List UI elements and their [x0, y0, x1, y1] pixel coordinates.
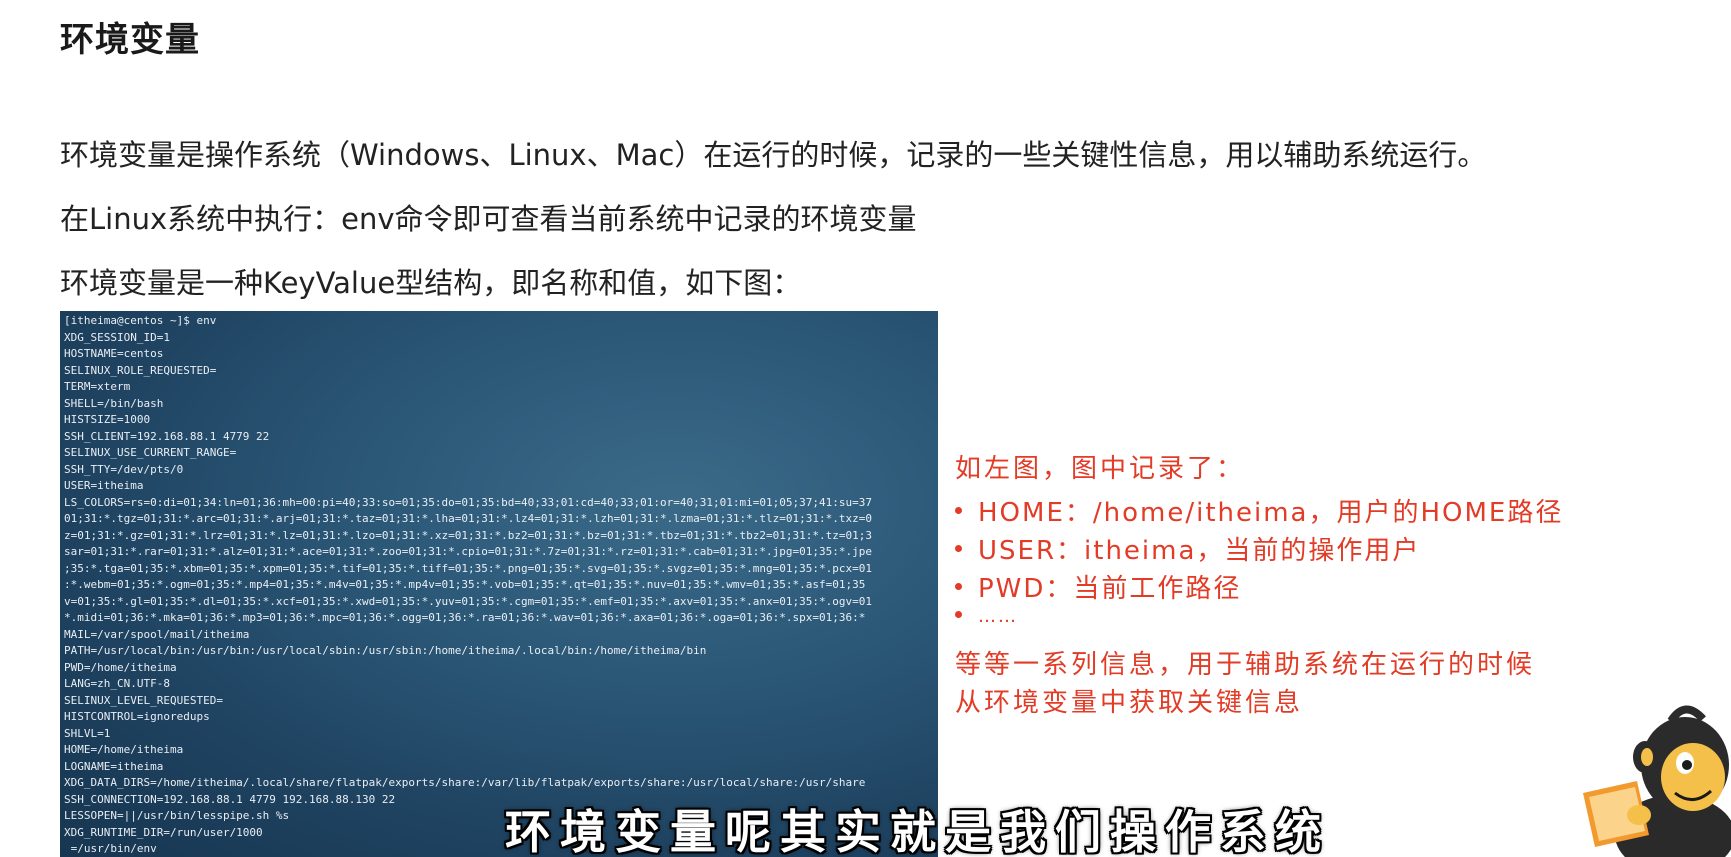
monkey-mascot-icon: [1575, 685, 1731, 857]
bullet-dot-icon: [955, 545, 962, 552]
note-bullet: HOME：/home/itheima，用户的HOME路径: [955, 492, 1563, 529]
bullet-dot-icon: [955, 583, 962, 590]
terminal-line: ;35:*.tga=01;35:*.xbm=01;35:*.xpm=01;35:…: [64, 561, 872, 575]
terminal-line: HISTSIZE=1000: [64, 413, 151, 426]
terminal-line: [itheima@centos ~]$ env: [64, 314, 217, 327]
note-bullet-text: ……: [978, 606, 1018, 627]
note-bullet-text: USER：itheima，当前的操作用户: [978, 536, 1421, 566]
terminal-line: XDG_DATA_DIRS=/home/itheima/.local/share…: [64, 776, 866, 789]
terminal-line: :*.webm=01;35:*.ogm=01;35:*.mp4=01;35:*.…: [64, 578, 866, 591]
terminal-line: LANG=zh_CN.UTF-8: [64, 677, 170, 690]
terminal-line: z=01;31:*.gz=01;31:*.lrz=01;31:*.lz=01;3…: [64, 528, 872, 542]
terminal-line: SELINUX_USE_CURRENT_RANGE=: [64, 446, 237, 459]
terminal-line: SSH_TTY=/dev/pts/0: [64, 462, 184, 476]
note-bullet: PWD：当前工作路径: [955, 568, 1241, 605]
bullet-dot-icon: [955, 507, 962, 514]
note-bullet-text: HOME：/home/itheima，用户的HOME路径: [978, 498, 1564, 528]
terminal-line: LS_COLORS=rs=0:di=01;34:ln=01;36:mh=00:p…: [64, 495, 872, 509]
terminal-line: 01;31:*.tgz=01;31:*.arc=01;31:*.arj=01;3…: [64, 512, 872, 525]
terminal-line: SELINUX_ROLE_REQUESTED=: [64, 363, 217, 377]
terminal-line: LOGNAME=itheima: [64, 759, 164, 773]
terminal-line: XDG_SESSION_ID=1: [64, 330, 170, 344]
note-bullet-text: PWD：当前工作路径: [978, 574, 1242, 604]
terminal-line: HISTCONTROL=ignoredups: [64, 710, 210, 723]
notes-outro-line2: 从环境变量中获取关键信息: [955, 688, 1304, 718]
terminal-line: PATH=/usr/local/bin:/usr/bin:/usr/local/…: [64, 644, 707, 657]
terminal-line: TERM=xterm: [64, 380, 131, 393]
terminal-line: USER=itheima: [64, 479, 144, 492]
terminal-line: sar=01;31:*.rar=01;31:*.alz=01;31:*.ace=…: [64, 545, 872, 558]
terminal-line: SSH_CLIENT=192.168.88.1 4779 22: [64, 429, 270, 443]
video-subtitle: 环境变量呢其实就是我们操作系统: [505, 805, 1330, 857]
bullet-dot-icon: [955, 610, 962, 618]
page-title: 环境变量: [60, 20, 200, 60]
note-bullet: ……: [955, 606, 1018, 627]
terminal-line: HOSTNAME=centos: [64, 347, 164, 360]
note-bullet: USER：itheima，当前的操作用户: [955, 530, 1420, 567]
terminal-line: HOME=/home/itheima: [64, 743, 184, 756]
terminal-line: MAIL=/var/spool/mail/itheima: [64, 627, 250, 641]
terminal-line: SHLVL=1: [64, 726, 111, 740]
terminal-line: SHELL=/bin/bash: [64, 396, 164, 410]
paragraph-definition: 环境变量是操作系统（Windows、Linux、Mac）在运行的时候，记录的一些…: [60, 138, 1487, 172]
notes-outro-line1: 等等一系列信息，用于辅助系统在运行的时候: [955, 650, 1536, 680]
paragraph-env-command: 在Linux系统中执行：env命令即可查看当前系统中记录的环境变量: [60, 202, 917, 236]
terminal-line: SELINUX_LEVEL_REQUESTED=: [64, 693, 223, 707]
paragraph-keyvalue: 环境变量是一种KeyValue型结构，即名称和值，如下图：: [60, 266, 802, 300]
terminal-screenshot: [itheima@centos ~]$ env XDG_SESSION_ID=1 H…: [60, 311, 938, 857]
terminal-line: *.midi=01;36:*.mka=01;36:*.mp3=01;36:*.m…: [64, 611, 866, 624]
terminal-line: v=01;35:*.gl=01;35:*.dl=01;35:*.xcf=01;3…: [64, 594, 872, 608]
notes-intro: 如左图，图中记录了：: [955, 454, 1246, 484]
terminal-line: PWD=/home/itheima: [64, 660, 177, 674]
terminal-output: [itheima@centos ~]$ env XDG_SESSION_ID=1 H…: [64, 313, 938, 857]
